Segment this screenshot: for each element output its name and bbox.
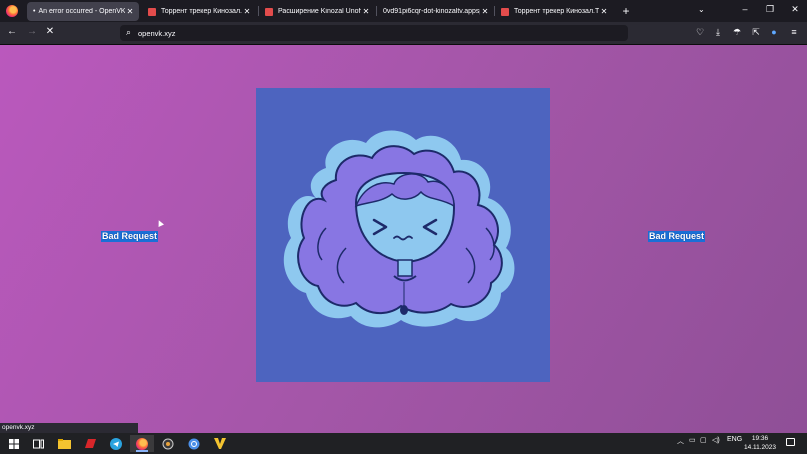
clock-date: 14.11.2023 bbox=[743, 443, 777, 451]
telegram-button[interactable] bbox=[104, 435, 128, 452]
tab-title: 0vd91pi6cqr-dot-kinozaltv.appspot bbox=[383, 8, 480, 15]
volume-icon[interactable]: ◁) bbox=[712, 436, 720, 444]
restore-icon[interactable]: ❐ bbox=[762, 4, 778, 15]
red-app-icon bbox=[84, 439, 96, 448]
tab-kinozal-1[interactable]: Торрент трекер Кинозал.ТВ ✕ bbox=[142, 2, 256, 21]
close-window-icon[interactable]: ✕ bbox=[787, 4, 803, 15]
navigation-toolbar: ← → ✕ ⌕ ♡ ⤓ ☂ ⇱ ● ≡ bbox=[0, 22, 807, 45]
kinozal-favicon-icon bbox=[265, 7, 273, 16]
blue-app-icon bbox=[188, 438, 200, 449]
windows-logo-icon bbox=[9, 438, 19, 449]
clock-time: 19:36 bbox=[751, 435, 769, 442]
gear-app-icon bbox=[162, 438, 174, 449]
pocket-icon[interactable]: ♡ bbox=[694, 27, 706, 38]
stop-loading-icon[interactable]: ✕ bbox=[43, 26, 57, 37]
back-icon[interactable]: ← bbox=[5, 26, 19, 37]
url-input[interactable] bbox=[138, 26, 618, 40]
character-art bbox=[283, 130, 515, 328]
tab-title: Торрент трекер Кинозал.ТВ bbox=[161, 8, 242, 15]
tab-kinozal-2[interactable]: Торрент трекер Кинозал.ТВ ✕ bbox=[495, 2, 613, 21]
tab-openvk-error[interactable]: • An error occurred - OpenVK ✕ bbox=[27, 2, 139, 21]
new-tab-button[interactable]: + bbox=[620, 4, 632, 18]
address-bar[interactable]: ⌕ bbox=[120, 25, 628, 41]
firefox-menu-icon[interactable] bbox=[6, 5, 18, 17]
battery-icon[interactable]: ▭ bbox=[689, 436, 696, 444]
close-tab-icon[interactable]: ✕ bbox=[125, 7, 135, 16]
bad-request-left: Bad Request bbox=[101, 231, 159, 242]
app-v-button[interactable] bbox=[208, 435, 232, 452]
hamburger-menu-icon[interactable]: ≡ bbox=[788, 27, 800, 37]
show-hidden-icons[interactable]: ︿ bbox=[677, 436, 684, 446]
start-button[interactable] bbox=[2, 435, 26, 452]
network-icon[interactable]: ▢ bbox=[700, 436, 707, 444]
tab-title: Расширение Kinozal Unofficial bbox=[278, 8, 361, 15]
tab-title: Торрент трекер Кинозал.ТВ bbox=[514, 8, 599, 15]
close-tab-icon[interactable]: ✕ bbox=[242, 7, 252, 16]
clock[interactable]: 19:36 14.11.2023 bbox=[740, 435, 780, 452]
firefox-icon bbox=[136, 437, 148, 450]
mouse-cursor bbox=[156, 219, 164, 227]
tab-strip: • An error occurred - OpenVK ✕ Торрент т… bbox=[0, 0, 807, 22]
task-view-icon bbox=[32, 439, 44, 448]
active-indicator bbox=[136, 450, 148, 452]
windows-taskbar: ︿ ▭ ▢ ◁) ENG 19:36 14.11.2023 bbox=[0, 433, 807, 454]
close-tab-icon[interactable]: ✕ bbox=[599, 7, 609, 16]
file-explorer-button[interactable] bbox=[52, 435, 76, 452]
task-view-button[interactable] bbox=[26, 435, 50, 452]
close-tab-icon[interactable]: ✕ bbox=[480, 7, 490, 16]
loading-dot-icon: • bbox=[33, 8, 36, 15]
kinozal-favicon-icon bbox=[148, 7, 156, 16]
v-app-icon bbox=[214, 438, 226, 449]
page-content: Bad Request Bad Request openvk.xyz bbox=[0, 45, 807, 433]
forward-icon[interactable]: → bbox=[25, 26, 39, 37]
search-icon: ⌕ bbox=[126, 27, 132, 37]
list-all-tabs-icon[interactable]: ⌄ bbox=[698, 5, 705, 14]
share-icon[interactable]: ⇱ bbox=[750, 27, 762, 38]
tab-appspot[interactable]: 0vd91pi6cqr-dot-kinozaltv.appspot ✕ bbox=[377, 2, 494, 21]
extension-icon[interactable]: ☂ bbox=[731, 27, 743, 38]
account-icon[interactable]: ● bbox=[768, 27, 780, 37]
downloads-icon[interactable]: ⤓ bbox=[712, 27, 724, 38]
close-tab-icon[interactable]: ✕ bbox=[361, 7, 371, 16]
minimize-icon[interactable]: – bbox=[737, 4, 753, 14]
kinozal-favicon-icon bbox=[501, 7, 509, 16]
error-illustration bbox=[256, 88, 550, 382]
status-url-tooltip: openvk.xyz bbox=[0, 423, 138, 433]
app-blue-button[interactable] bbox=[182, 435, 206, 452]
bad-request-right: Bad Request bbox=[648, 231, 706, 242]
app-gear-button[interactable] bbox=[156, 435, 180, 452]
telegram-icon bbox=[110, 437, 122, 450]
firefox-taskbar-button[interactable] bbox=[130, 435, 154, 452]
tab-title: An error occurred - OpenVK bbox=[38, 8, 125, 15]
app-red-button[interactable] bbox=[78, 435, 102, 452]
notifications-icon[interactable] bbox=[786, 438, 795, 446]
folder-icon bbox=[57, 438, 71, 449]
tab-kinozal-extension[interactable]: Расширение Kinozal Unofficial ✕ bbox=[259, 2, 375, 21]
